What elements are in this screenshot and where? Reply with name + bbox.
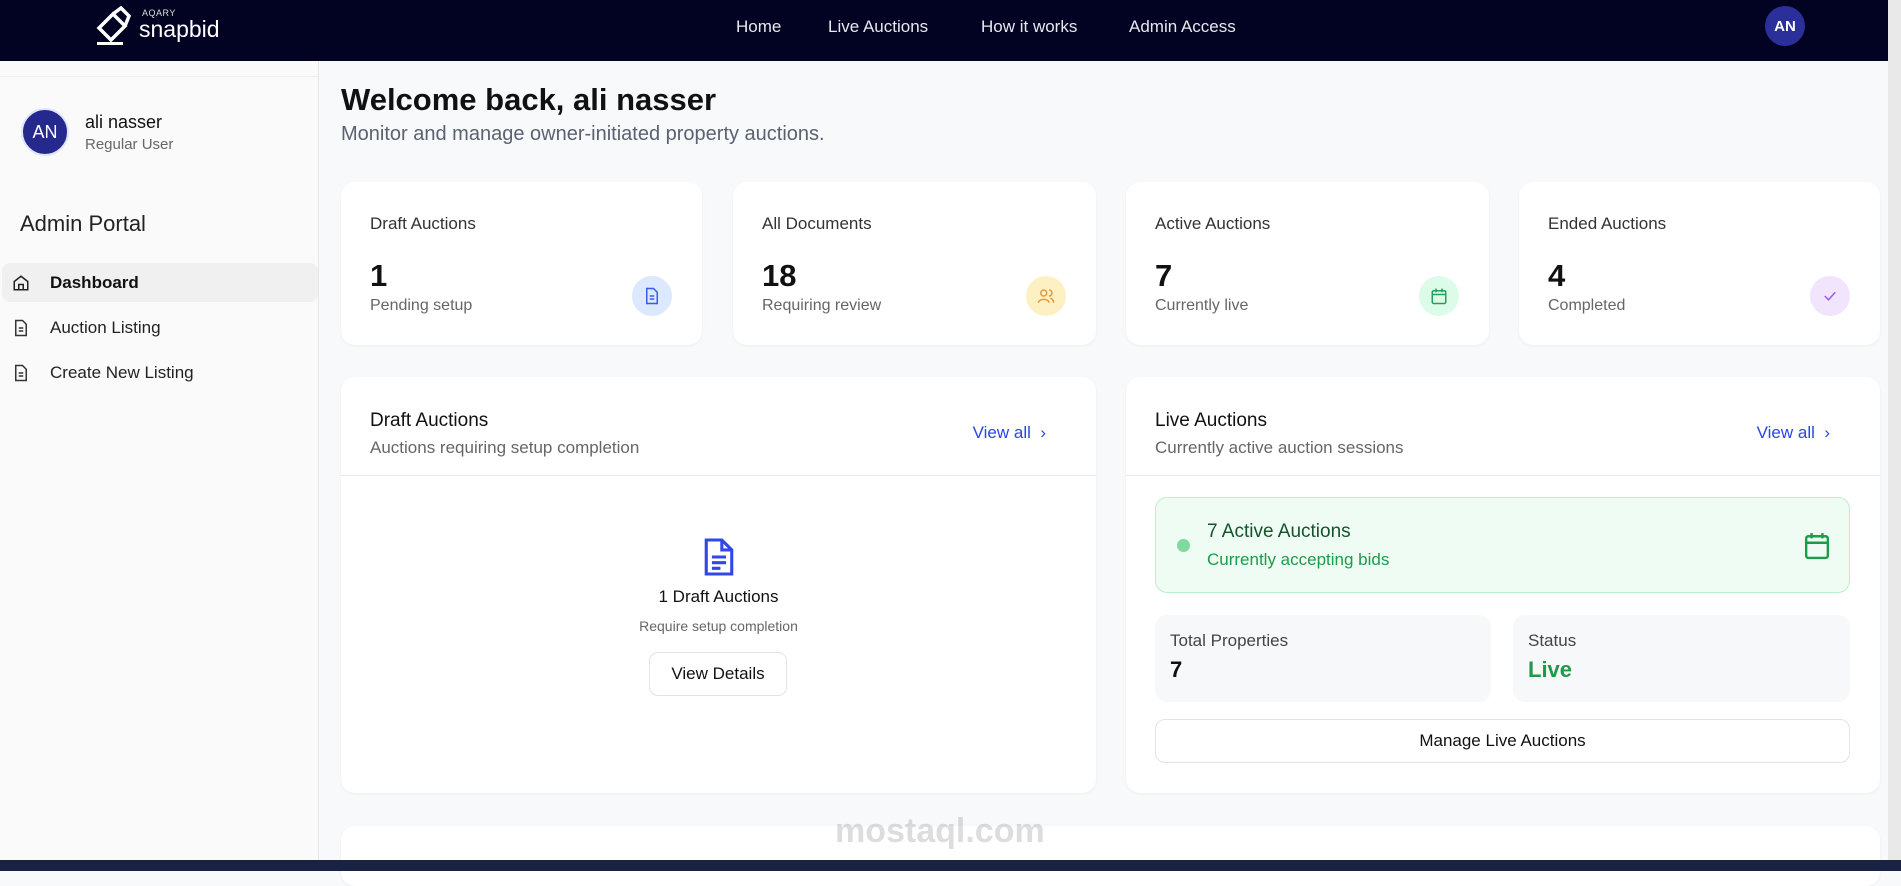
stat-card[interactable]: Active Auctions 7 Currently live	[1126, 182, 1489, 345]
stat-card[interactable]: Draft Auctions 1 Pending setup	[341, 182, 702, 345]
nav-admin-access[interactable]: Admin Access	[1129, 17, 1236, 37]
sidebar-item-auction-listing[interactable]: Auction Listing	[2, 308, 318, 347]
stat-value: 4	[1548, 258, 1566, 293]
bottom-panel	[341, 826, 1880, 886]
stat-card[interactable]: Ended Auctions 4 Completed	[1519, 182, 1880, 345]
watermark: mostaql.com	[835, 812, 1045, 850]
check-icon	[1810, 276, 1850, 316]
live-auctions-panel: Live Auctions Currently active auction s…	[1126, 377, 1880, 793]
view-all-drafts-link[interactable]: View all ›	[973, 423, 1046, 443]
taskbar	[0, 860, 1901, 871]
document-icon	[15, 319, 27, 336]
stat-label: Ended Auctions	[1548, 214, 1667, 233]
sidebar: AN ali nasser Regular User Admin Portal …	[0, 61, 319, 860]
stat-value: 7	[1155, 258, 1173, 293]
status-badge: Live	[1528, 657, 1573, 682]
avatar: AN	[21, 108, 69, 156]
stat-subtext: Completed	[1548, 297, 1626, 314]
stat-value: 18	[762, 258, 797, 293]
stat-subtext: Currently live	[1155, 297, 1249, 314]
divider	[341, 475, 1096, 476]
view-details-button[interactable]: View Details	[649, 652, 787, 696]
stat-label: All Documents	[762, 214, 872, 233]
stat-subtext: Pending setup	[370, 297, 473, 314]
nav-home[interactable]: Home	[736, 17, 781, 37]
view-all-live-link[interactable]: View all ›	[1757, 423, 1830, 443]
stat-subtext: Requiring review	[762, 297, 882, 314]
users-icon	[1026, 276, 1066, 316]
live-dot-icon	[1177, 539, 1190, 552]
document-icon	[15, 364, 27, 381]
gavel-logo-icon	[96, 5, 132, 45]
page-subtitle: Monitor and manage owner-initiated prope…	[341, 123, 825, 145]
active-auctions-banner: 7 Active Auctions Currently accepting bi…	[1155, 497, 1850, 593]
draft-auctions-panel: Draft Auctions Auctions requiring setup …	[341, 377, 1096, 793]
brand-logo[interactable]: AQARY snapbid	[95, 5, 220, 51]
user-avatar-button[interactable]: AN	[1765, 6, 1805, 46]
stat-value: 1	[370, 258, 388, 293]
draft-count: 1 Draft Auctions	[658, 587, 779, 606]
stat-card[interactable]: All Documents 18 Requiring review	[733, 182, 1096, 345]
draft-note: Require setup completion	[639, 618, 798, 634]
document-icon	[632, 276, 672, 316]
status-box: Status Live	[1513, 615, 1850, 702]
user-name: ali nasser	[85, 112, 163, 132]
stat-label: Active Auctions	[1155, 214, 1271, 233]
calendar-icon	[1804, 533, 1830, 560]
scrollbar[interactable]	[1888, 0, 1901, 860]
total-properties-box: Total Properties 7	[1155, 615, 1491, 702]
divider	[1126, 475, 1880, 476]
portal-title: Admin Portal	[20, 211, 146, 236]
home-icon	[13, 274, 29, 290]
page-title: Welcome back, ali nasser	[341, 82, 717, 117]
top-navbar: AQARY snapbid Home Live Auctions How it …	[0, 0, 1901, 61]
document-icon	[704, 538, 734, 576]
nav-how-it-works[interactable]: How it works	[981, 17, 1077, 37]
sidebar-item-dashboard[interactable]: Dashboard	[2, 263, 318, 302]
nav-live-auctions[interactable]: Live Auctions	[828, 17, 928, 37]
manage-live-auctions-button[interactable]: Manage Live Auctions	[1155, 719, 1850, 763]
sidebar-item-create-new-listing[interactable]: Create New Listing	[2, 353, 318, 392]
divider	[0, 76, 318, 77]
user-role: Regular User	[85, 136, 174, 153]
stat-label: Draft Auctions	[370, 214, 476, 233]
calendar-icon	[1419, 276, 1459, 316]
